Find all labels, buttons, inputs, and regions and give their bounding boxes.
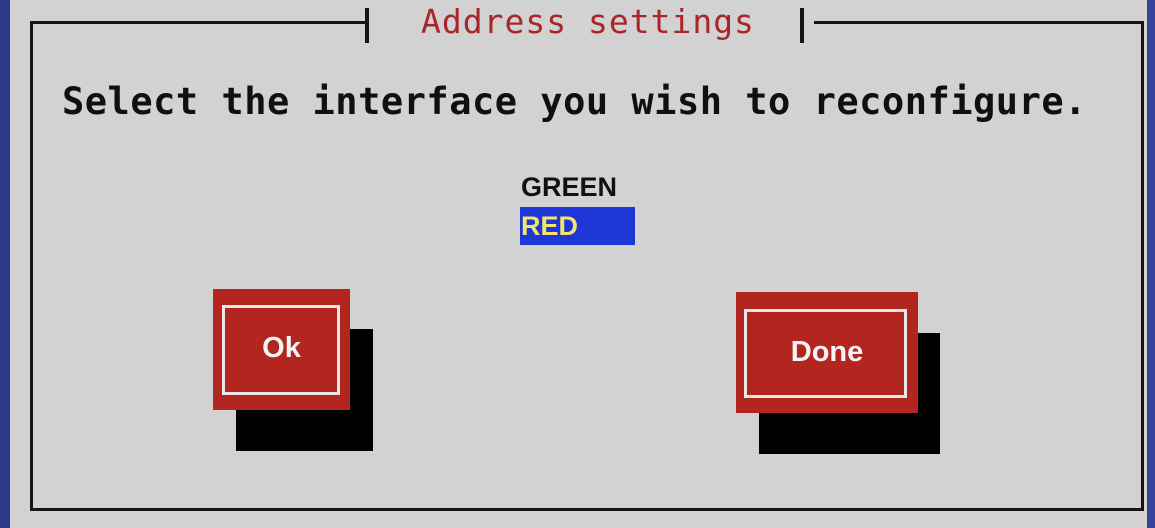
ok-button-label: Ok <box>262 332 301 364</box>
dialog-frame-top-right <box>814 21 1144 24</box>
dialog-frame-top-left <box>30 21 365 24</box>
title-bracket-right <box>800 8 804 43</box>
address-settings-dialog: Address settings Select the interface yo… <box>10 0 1147 528</box>
terminal-screen: Address settings Select the interface yo… <box>0 0 1155 528</box>
done-button[interactable]: Done <box>736 292 918 413</box>
interface-item-green[interactable]: GREEN <box>520 168 617 206</box>
screen-border-right <box>1147 0 1155 528</box>
ok-button[interactable]: Ok <box>213 289 350 410</box>
dialog-frame-bottom <box>30 508 1144 511</box>
screen-border-left <box>0 0 10 528</box>
dialog-frame-right <box>1141 21 1144 511</box>
dialog-title: Address settings <box>421 2 755 41</box>
dialog-frame-left <box>30 21 33 511</box>
interface-item-red[interactable]: RED <box>520 207 635 245</box>
dialog-prompt: Select the interface you wish to reconfi… <box>62 80 1087 123</box>
done-button-label: Done <box>790 336 864 368</box>
title-bracket-left <box>365 8 369 43</box>
